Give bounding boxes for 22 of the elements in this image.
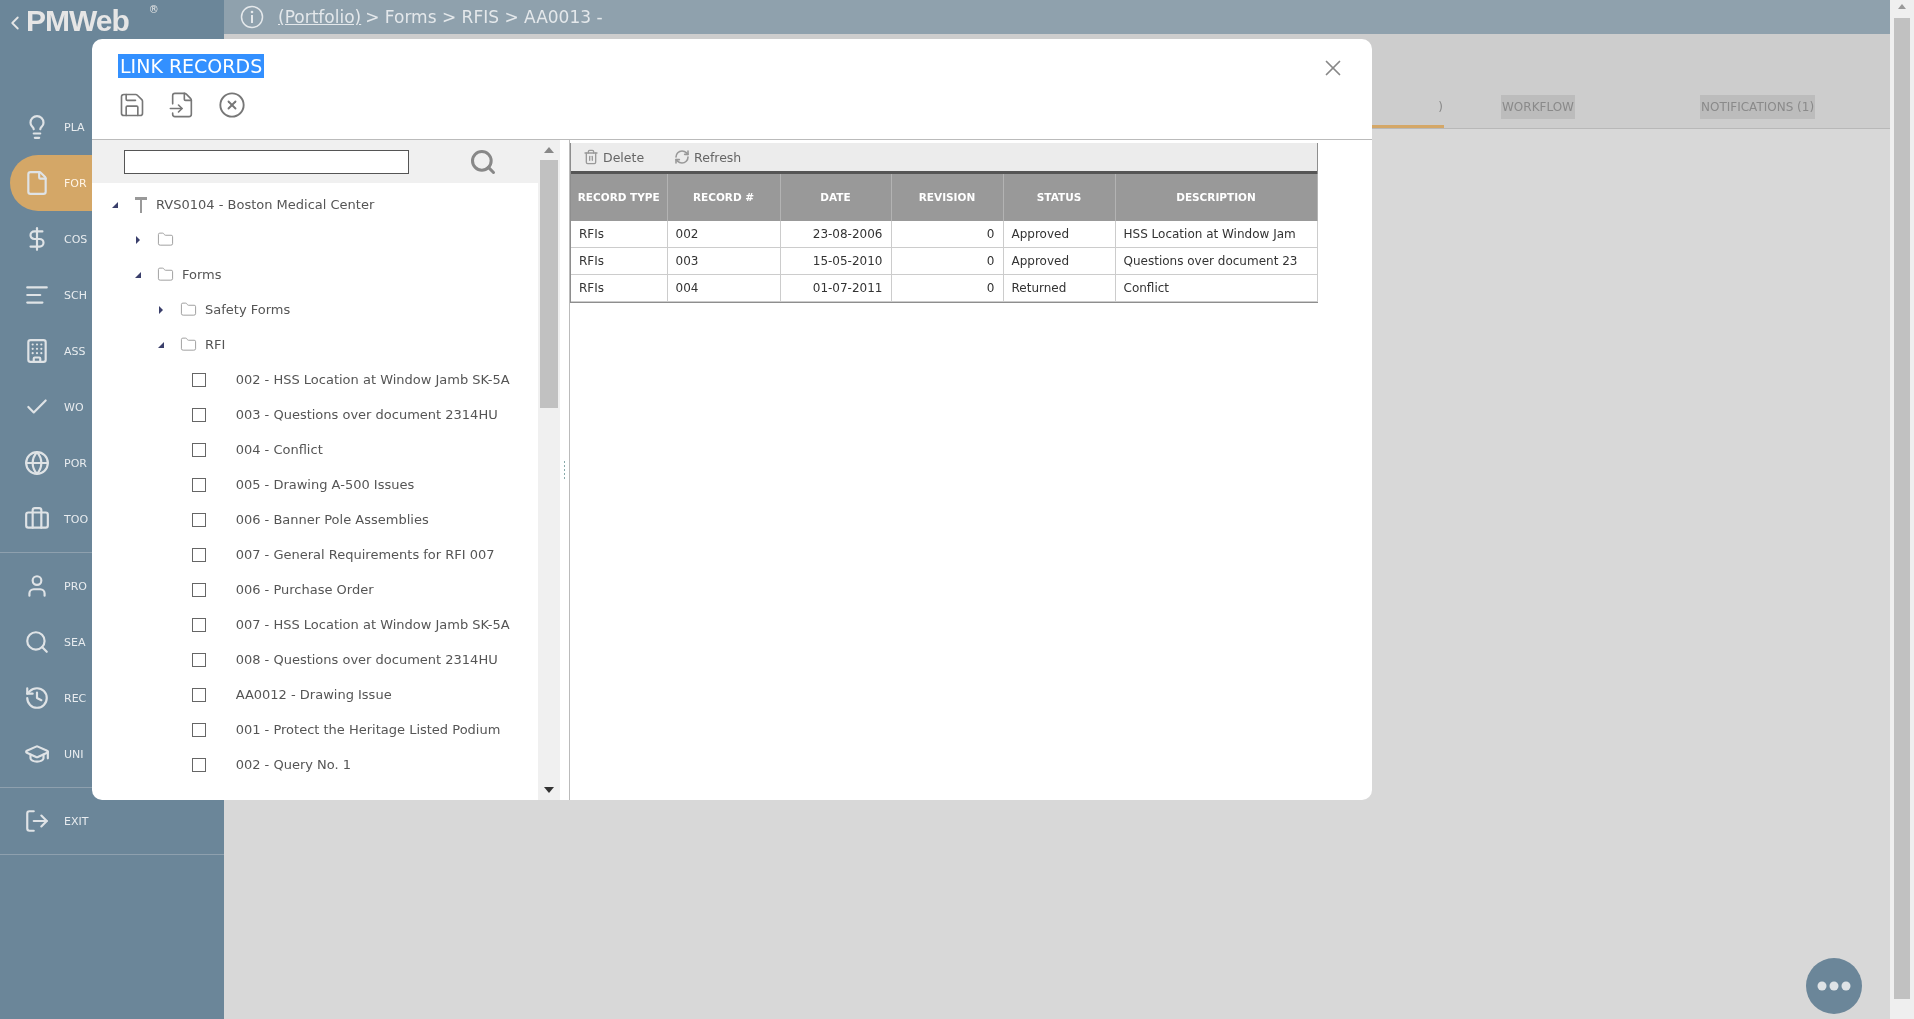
- table-cell: 004: [667, 274, 780, 302]
- table-cell: HSS Location at Window Jam: [1115, 221, 1317, 248]
- table-cell: 003: [667, 247, 780, 275]
- table-cell: 15-05-2010: [780, 247, 891, 275]
- registered-mark: ®: [148, 4, 159, 15]
- table-cell: RFIs: [571, 247, 667, 275]
- table-cell: RFIs: [571, 221, 667, 248]
- table-cell: Returned: [1003, 274, 1115, 302]
- table-cell: Approved: [1003, 221, 1115, 248]
- logo: PMWeb: [26, 4, 129, 38]
- table-cell: 002: [667, 221, 780, 248]
- table-cell: 23-08-2006: [780, 221, 891, 248]
- dialog-title: LINK RECORDS: [118, 54, 265, 78]
- breadcrumb-trail: > Forms > RFIS > AA0013 -: [365, 7, 603, 27]
- table-cell: 01-07-2011: [780, 274, 891, 302]
- table-cell: Questions over document 23: [1115, 247, 1317, 275]
- table-cell: 0: [891, 274, 1003, 302]
- table-cell: 0: [891, 247, 1003, 275]
- table-cell: 0: [891, 221, 1003, 248]
- table-cell: Approved: [1003, 247, 1115, 275]
- table-cell: Conflict: [1115, 274, 1317, 302]
- table-cell: RFIs: [571, 274, 667, 302]
